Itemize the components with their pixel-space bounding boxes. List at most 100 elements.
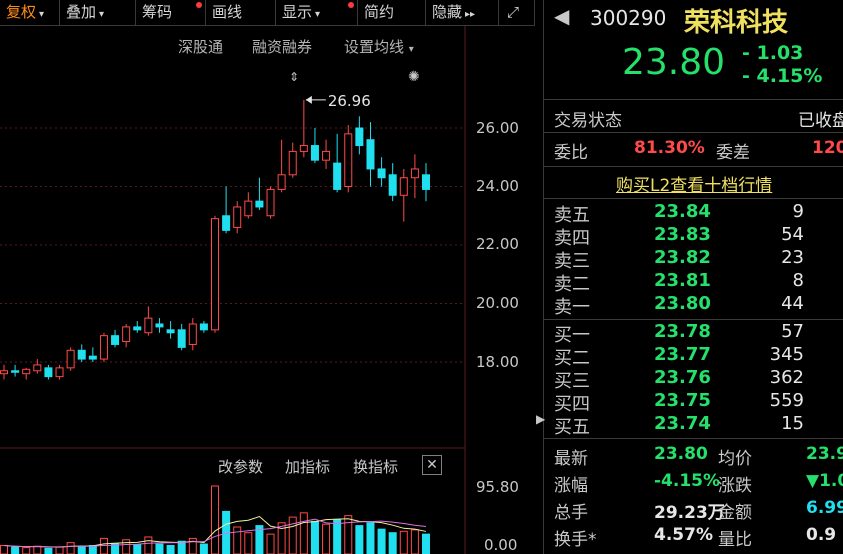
buys-vol: 345 (769, 344, 804, 365)
candle-body (310, 145, 319, 161)
toolbar-item-5[interactable]: 简约 (358, 0, 426, 25)
stat-l2: 金额 (718, 503, 752, 523)
add-indicator-button[interactable]: 加指标 (285, 456, 330, 477)
candle-body (211, 218, 219, 331)
kline-chart[interactable]: 26.96 ⇕ ✺ (0, 26, 535, 554)
stat-v2: 23.9 (806, 444, 843, 464)
candle-body (277, 174, 286, 190)
chevron-down-icon: ▾ (39, 9, 45, 20)
panel-toggle-icon[interactable]: ▶ (536, 412, 545, 426)
stat-l1: 换手* (554, 530, 597, 550)
sells-vol: 9 (792, 201, 804, 222)
volume-bar (166, 544, 175, 554)
chevron-down-icon: ▾ (315, 9, 321, 20)
candle-body (244, 200, 253, 217)
stat-l2: 均价 (718, 449, 752, 469)
volume-bar (33, 545, 42, 554)
price-change-percent: - 4.15% (742, 65, 823, 87)
buys-price: 23.77 (654, 344, 711, 365)
switch-indicator-button[interactable]: 换指标 (353, 456, 398, 477)
chevron-down-icon: ▾ (99, 9, 105, 20)
volume-bar (333, 519, 342, 554)
candle-body (166, 329, 175, 334)
buys-row[interactable]: 买五 23.74 15 (554, 413, 843, 438)
expand-icon[interactable]: ⤢ (499, 0, 535, 25)
sells-vol: 23 (781, 247, 804, 268)
back-arrow-icon[interactable]: ◀ (554, 4, 569, 28)
candle-body (422, 174, 430, 190)
kline-chart-area[interactable]: 26.96 ⇕ ✺ 深股通 融资融券 设置均线 ▾ 26.00 24.00 22.0… (0, 26, 535, 554)
candle-body (11, 370, 20, 373)
candle-body (322, 150, 331, 161)
volume-bar (244, 532, 253, 554)
stat-v1: 29.23万 (654, 503, 725, 523)
candle-body (77, 349, 86, 360)
y-tick-24: 24.00 (476, 177, 519, 195)
toolbar-item-label: 筹码 (142, 3, 173, 21)
sells-row[interactable]: 卖五 23.84 9 (554, 201, 843, 226)
candle-body (266, 188, 275, 217)
sells-vol: 8 (792, 270, 804, 291)
toolbar-item-3[interactable]: 画线 (206, 0, 276, 25)
change-params-button[interactable]: 改参数 (218, 456, 263, 477)
link-shenzhen-connect[interactable]: 深股通 (178, 36, 223, 57)
candle-body (0, 370, 8, 375)
volume-bar (233, 526, 242, 554)
ma-settings-menu[interactable]: 设置均线 ▾ (344, 36, 414, 57)
divider (544, 166, 843, 167)
stat-l1: 总手 (554, 503, 588, 523)
toolbar-item-4[interactable]: 显示 ▾ (276, 0, 358, 25)
sells-price: 23.82 (654, 247, 711, 268)
candle-body (233, 206, 242, 228)
ma-settings-label: 设置均线 (344, 38, 405, 56)
buys-row[interactable]: 买四 23.75 559 (554, 390, 843, 415)
trade-status-value: 已收盘 (798, 111, 843, 131)
candle-body (255, 200, 264, 208)
quote-panel: ◀ 300290 荣科科技 23.80 - 1.03 - 4.15% 交易状态 … (543, 0, 843, 554)
volume-bar (177, 540, 186, 554)
sells-vol: 54 (781, 224, 804, 245)
sells-price: 23.80 (654, 293, 711, 314)
link-margin-trading[interactable]: 融资融券 (252, 36, 312, 57)
volume-bar (299, 512, 308, 554)
candle-body (188, 323, 197, 345)
candle-body (388, 174, 397, 196)
volume-bar (77, 545, 86, 554)
buys-price: 23.75 (654, 390, 711, 411)
candle-body (55, 367, 64, 378)
toolbar-item-6[interactable]: 隐藏 ▸▸ (426, 0, 499, 25)
chart-toolbar: 复权 ▾ 叠加 ▾ 筹码 画线 显示 ▾ 简约 隐藏 ▸▸ ⤢ (0, 0, 535, 26)
y-tick-20: 20.00 (476, 294, 519, 312)
volume-bar (11, 546, 20, 554)
candle-body (177, 329, 186, 348)
sub-y-tick-min: 0.00 (484, 536, 518, 554)
candle-body (133, 326, 142, 331)
candle-body (399, 177, 408, 196)
sub-y-tick-max: 95.80 (476, 478, 519, 496)
volume-bar (199, 543, 208, 554)
buys-row[interactable]: 买一 23.78 57 (554, 321, 843, 346)
max-arrow-head (305, 95, 312, 104)
close-icon[interactable]: ✕ (422, 455, 442, 475)
sells-row[interactable]: 卖三 23.82 23 (554, 247, 843, 272)
volume-bar (377, 528, 386, 554)
notification-dot (196, 2, 202, 8)
sells-row[interactable]: 卖四 23.83 54 (554, 224, 843, 249)
buys-vol: 559 (769, 390, 804, 411)
sells-row[interactable]: 卖一 23.80 44 (554, 293, 843, 318)
toolbar-item-label: 显示 (282, 3, 313, 21)
volume-bar (22, 547, 31, 554)
toolbar-item-0[interactable]: 复权 ▾ (0, 0, 60, 25)
candle-body (111, 335, 120, 345)
toolbar-item-1[interactable]: 叠加 ▾ (60, 0, 136, 25)
volume-bar (133, 544, 142, 554)
candle-body (410, 168, 419, 179)
sells-row[interactable]: 卖二 23.81 8 (554, 270, 843, 295)
chevron-down-icon: ▾ (408, 44, 414, 55)
buys-row[interactable]: 买二 23.77 345 (554, 344, 843, 369)
stock-name: 荣科科技 (684, 8, 789, 38)
toolbar-item-2[interactable]: 筹码 (136, 0, 206, 25)
buys-row[interactable]: 买三 23.76 362 (554, 367, 843, 392)
buy-l2-link[interactable]: 购买L2查看十档行情 (616, 171, 772, 196)
candle-body (222, 215, 231, 231)
